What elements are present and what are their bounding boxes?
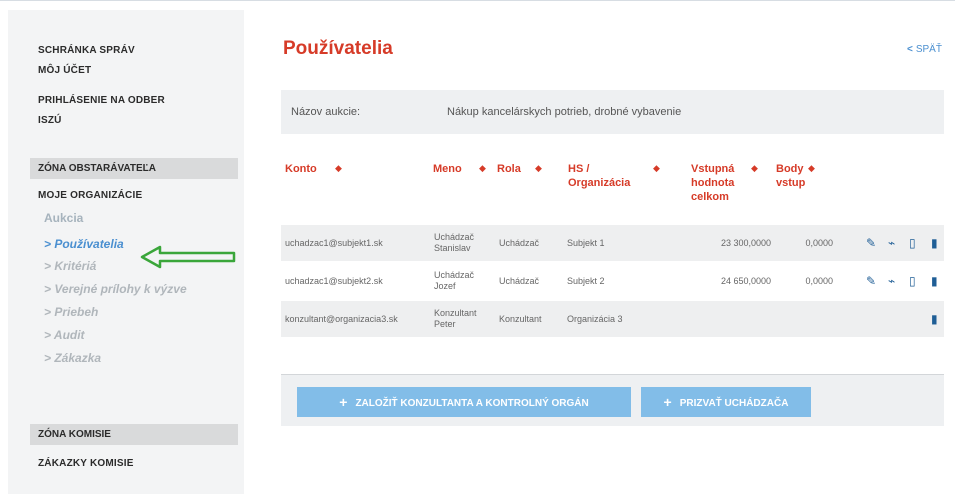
invite-bidder-label: PRIZVAŤ UCHÁDZAČA: [679, 398, 789, 409]
back-label: SPÄŤ: [915, 44, 942, 55]
cell-konto: konzultant@organizacia3.sk: [285, 314, 398, 324]
auction-name-value: Nákup kancelárskych potrieb, drobné vyba…: [447, 106, 682, 118]
auction-info-box: Názov aukcie: Nákup kancelárskych potrie…: [281, 90, 944, 134]
column-header-hs-line1: HS /: [568, 163, 590, 175]
cell-rola: Uchádzač: [499, 238, 540, 248]
sidebar-link-moj-ucet[interactable]: MÔJ ÚČET: [38, 65, 91, 76]
sidebar-item-aukcia[interactable]: Aukcia: [44, 211, 83, 225]
cell-organizacia: Subjekt 2: [567, 276, 605, 286]
back-link[interactable]: < SPÄŤ: [907, 44, 942, 55]
cell-meno-line1: Uchádzač: [434, 232, 475, 242]
trash-icon[interactable]: ▮: [931, 274, 938, 288]
sort-icon[interactable]: ◆: [535, 163, 542, 174]
sort-icon[interactable]: ◆: [335, 163, 342, 174]
page-title: Používatelia: [283, 38, 393, 59]
cell-body: 0,0000: [805, 238, 833, 248]
table-row: uchadzac1@subjekt1.sk Uchádzač Stanislav …: [281, 225, 944, 261]
cell-vstupna-hodnota: 24 650,0000: [720, 276, 771, 286]
auction-name-label: Názov aukcie:: [291, 106, 361, 118]
plus-icon: +: [663, 394, 672, 410]
zone-komisie-label: ZÓNA KOMISIE: [38, 429, 111, 440]
trash-icon[interactable]: ▮: [931, 312, 938, 326]
cell-konto: uchadzac1@subjekt2.sk: [285, 276, 383, 286]
paperclip-icon[interactable]: ⌁: [888, 274, 895, 288]
cell-meno-line2: Stanislav: [434, 243, 471, 253]
sidebar-item-pouzivatelia[interactable]: > Používatelia: [44, 237, 124, 251]
cell-body: 0,0000: [805, 276, 833, 286]
column-header-vstupna-line1: Vstupná: [691, 163, 735, 175]
cell-rola: Konzultant: [499, 314, 542, 324]
column-header-vstupna-line2: hodnota: [691, 177, 735, 189]
pencil-icon[interactable]: ✎: [866, 274, 876, 288]
sidebar-item-verejne-prilohy[interactable]: > Verejné prílohy k výzve: [44, 282, 187, 296]
sort-icon[interactable]: ◆: [751, 163, 758, 174]
column-header-meno[interactable]: Meno: [433, 162, 462, 176]
add-consultant-button[interactable]: + ZALOŽIŤ KONZULTANTA A KONTROLNÝ ORGÁN: [297, 387, 631, 417]
column-header-konto[interactable]: Konto: [285, 162, 317, 176]
chevron-left-icon: <: [907, 44, 913, 55]
cell-meno-line2: Peter: [434, 319, 456, 329]
pdf-icon[interactable]: ▯: [909, 236, 916, 250]
cell-meno: Uchádzač Jozef: [434, 270, 474, 292]
cell-meno: Konzultant Peter: [434, 308, 477, 330]
cell-rola: Uchádzač: [499, 276, 540, 286]
column-header-hs-line2: Organizácia: [568, 177, 631, 189]
add-consultant-label: ZALOŽIŤ KONZULTANTA A KONTROLNÝ ORGÁN: [355, 398, 589, 409]
cell-konto: uchadzac1@subjekt1.sk: [285, 238, 383, 248]
cell-meno: Uchádzač Stanislav: [434, 232, 474, 254]
sort-icon[interactable]: ◆: [653, 163, 660, 174]
sidebar-item-priebeh[interactable]: > Priebeh: [44, 305, 98, 319]
column-header-body-line2: vstup: [776, 177, 806, 189]
sidebar-link-prihlasenie[interactable]: PRIHLÁSENIE NA ODBER: [38, 95, 165, 106]
pdf-icon[interactable]: ▯: [909, 274, 916, 288]
zone-obstaravatela-header: ZÓNA OBSTARÁVATEĽA: [30, 158, 238, 179]
cell-meno-line2: Jozef: [434, 281, 456, 291]
trash-icon[interactable]: ▮: [931, 236, 938, 250]
column-header-meno-label: Meno: [433, 163, 462, 175]
sidebar-link-moje-organizacie[interactable]: MOJE ORGANIZÁCIE: [38, 190, 142, 201]
action-panel: + ZALOŽIŤ KONZULTANTA A KONTROLNÝ ORGÁN +…: [281, 374, 944, 426]
column-header-vstupna-line3: celkom: [691, 191, 729, 203]
plus-icon: +: [339, 394, 348, 410]
top-divider: [0, 0, 955, 1]
column-header-body-line1: Body: [776, 163, 804, 175]
cell-organizacia: Subjekt 1: [567, 238, 605, 248]
cell-meno-line1: Konzultant: [434, 308, 477, 318]
sidebar-link-zakazky-komisie[interactable]: ZÁKAZKY KOMISIE: [38, 458, 134, 469]
paperclip-icon[interactable]: ⌁: [888, 236, 895, 250]
sidebar-item-zakazka[interactable]: > Zákazka: [44, 351, 101, 365]
table-row: uchadzac1@subjekt2.sk Uchádzač Jozef Uchá…: [281, 263, 944, 299]
sidebar-item-kriteria[interactable]: > Kritériá: [44, 259, 96, 273]
cell-meno-line1: Uchádzač: [434, 270, 475, 280]
zone-obstaravatela-label: ZÓNA OBSTARÁVATEĽA: [38, 163, 156, 174]
column-header-hs-organizacia[interactable]: HS / Organizácia: [568, 162, 630, 190]
column-header-vstupna-hodnota[interactable]: Vstupná hodnota celkom: [691, 162, 734, 204]
arrow-left-icon: [140, 245, 236, 269]
cell-organizacia: Organizácia 3: [567, 314, 623, 324]
column-header-body-vstup[interactable]: Body vstup: [776, 162, 805, 190]
invite-bidder-button[interactable]: + PRIZVAŤ UCHÁDZAČA: [641, 387, 811, 417]
pencil-icon[interactable]: ✎: [866, 236, 876, 250]
sort-icon[interactable]: ◆: [479, 163, 486, 174]
sidebar-link-schranka[interactable]: SCHRÁNKA SPRÁV: [38, 45, 135, 56]
column-header-rola-label: Rola: [497, 163, 521, 175]
zone-komisie-header: ZÓNA KOMISIE: [30, 424, 238, 445]
table-row: konzultant@organizacia3.sk Konzultant Pet…: [281, 301, 944, 337]
sidebar-link-iszu[interactable]: ISZÚ: [38, 115, 62, 126]
sort-icon[interactable]: ◆: [808, 163, 815, 174]
column-header-rola[interactable]: Rola: [497, 162, 521, 176]
column-header-konto-label: Konto: [285, 163, 317, 175]
cell-vstupna-hodnota: 23 300,0000: [720, 238, 771, 248]
sidebar-item-audit[interactable]: > Audit: [44, 328, 85, 342]
